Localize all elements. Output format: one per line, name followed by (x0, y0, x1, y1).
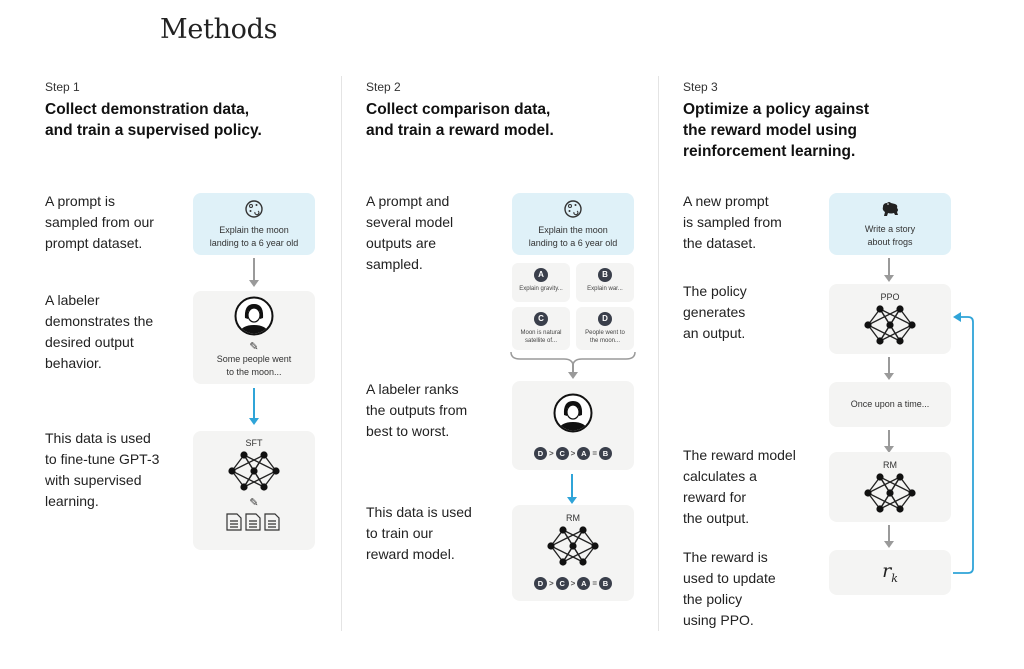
output-letter-badge: A (534, 268, 548, 282)
step-heading: Collect comparison data, and train a rewa… (366, 101, 554, 139)
step-description: The reward model calculates a reward for th… (683, 447, 796, 526)
step-description: A prompt is sampled from our prompt datase… (45, 193, 154, 251)
prompt-card: Write a story about frogs (829, 193, 951, 255)
reward-model-card: RM D > C > A = B (512, 505, 634, 601)
pencil-icon: ✎ (249, 341, 259, 353)
step-label: Step 1 (45, 80, 80, 94)
model-output-b: B Explain war... (576, 263, 634, 302)
step-heading: Optimize a policy against the reward mode… (683, 101, 870, 160)
model-output-c: C Moon is natural satellite of... (512, 307, 570, 350)
policy-output-card: Once upon a time... (829, 382, 951, 427)
step-label: Step 3 (683, 80, 718, 94)
step-description: This data is used to train our reward mode… (366, 504, 472, 562)
reward-card: rk (829, 550, 951, 595)
flow-arrow (884, 357, 894, 381)
step-description: The reward is used to update the policy usi… (683, 549, 776, 628)
labeler-avatar-icon (234, 296, 274, 336)
flow-arrow (884, 258, 894, 283)
prompt-text: Explain the moon landing to a 6 year old (528, 225, 618, 248)
neural-network-icon (864, 473, 916, 513)
step-label: Step 2 (366, 80, 401, 94)
model-label: PPO (880, 292, 900, 302)
step-heading: Collect demonstration data, and train a … (45, 101, 262, 139)
prompt-card: Explain the moon landing to a 6 year old (512, 193, 634, 255)
step-description: A labeler ranks the outputs from best to w… (366, 381, 468, 439)
column-divider (658, 76, 659, 631)
documents-icon (226, 513, 280, 531)
labeler-avatar-icon (553, 393, 593, 433)
ranking-order: D > C > A = B (512, 447, 634, 460)
frog-icon (882, 202, 898, 216)
step-description: A new prompt is sampled from the dataset. (683, 193, 782, 251)
step-description: A labeler demonstrates the desired output b… (45, 292, 154, 371)
flow-arrow (884, 430, 894, 454)
pencil-icon: ✎ (249, 497, 259, 509)
prompt-text: Explain the moon landing to a 6 year old (209, 225, 299, 248)
model-output-a: A Explain gravity... (512, 263, 570, 302)
neural-network-icon (547, 526, 599, 566)
neural-network-icon (228, 451, 280, 491)
labeler-ranking-card: D > C > A = B (512, 381, 634, 470)
step-description: A prompt and several model outputs are samp… (366, 193, 454, 272)
output-letter-badge: B (598, 268, 612, 282)
prompt-text: Write a story about frogs (864, 224, 916, 247)
flow-arrow (884, 525, 894, 549)
step-description: This data is used to fine-tune GPT-3 with … (45, 430, 160, 509)
model-output-d: D People went to the moon... (576, 307, 634, 350)
model-label: SFT (245, 438, 263, 448)
sft-model-card: SFT ✎ (193, 431, 315, 550)
model-label: RM (883, 460, 897, 470)
flow-arrow (249, 258, 259, 288)
labeler-card: ✎ Some people went to the moon... (193, 291, 315, 384)
neural-network-icon (864, 305, 916, 345)
model-label: RM (566, 513, 580, 523)
demonstration-text: Some people went to the moon... (216, 354, 292, 377)
output-text: Once upon a time... (850, 399, 930, 409)
policy-card: PPO (829, 284, 951, 354)
ranking-order: D > C > A = B (512, 577, 634, 590)
moon-icon (245, 200, 263, 218)
moon-icon (564, 200, 582, 218)
flow-arrow (567, 474, 577, 506)
column-divider (341, 76, 342, 631)
page-title: Methods (160, 14, 278, 45)
reward-model-card: RM (829, 452, 951, 522)
feedback-loop-arrow (953, 312, 974, 574)
prompt-card: Explain the moon landing to a 6 year old (193, 193, 315, 255)
output-letter-badge: C (534, 312, 548, 326)
step-description: The policy generates an output. (683, 283, 747, 341)
flow-arrow (249, 388, 259, 428)
brace-arrow-icon (510, 351, 636, 379)
reward-symbol: rk (882, 560, 898, 585)
output-letter-badge: D (598, 312, 612, 326)
